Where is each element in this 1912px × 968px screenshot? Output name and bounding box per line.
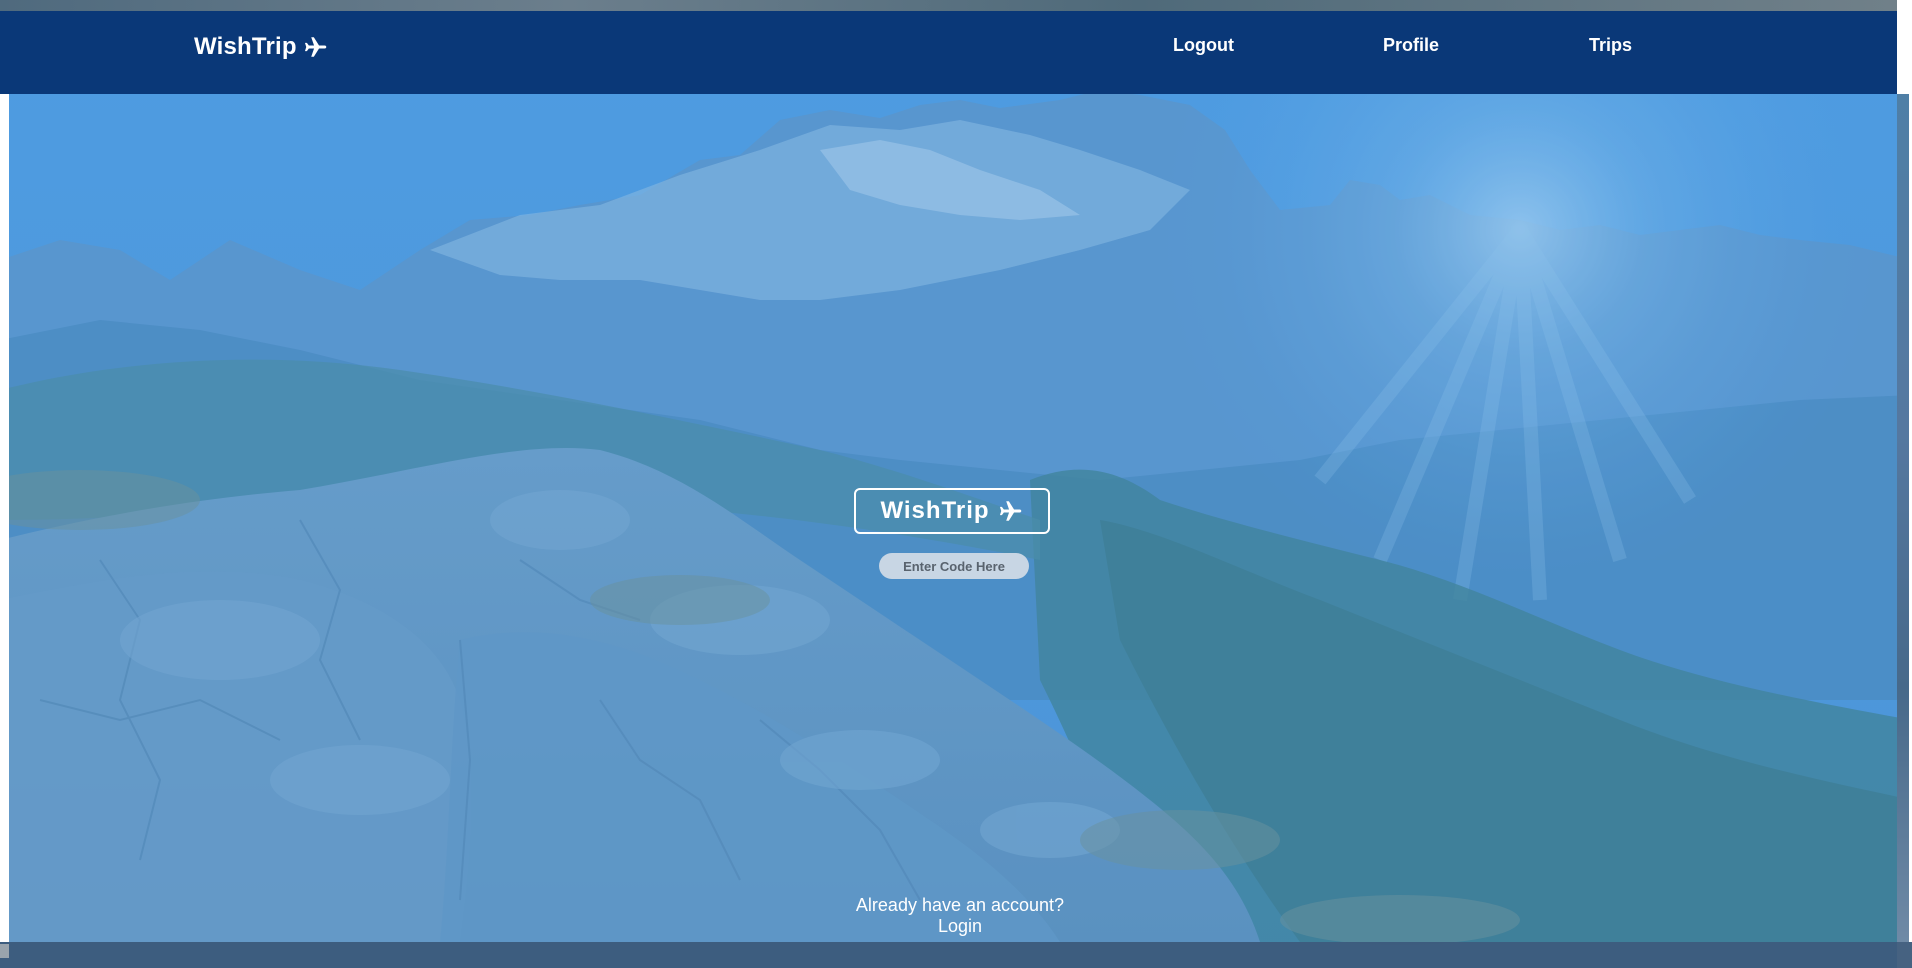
login-link[interactable]: Login	[938, 916, 982, 937]
trip-code-input[interactable]	[879, 553, 1029, 579]
nav-logout-link[interactable]: Logout	[1173, 35, 1234, 56]
page: WishTrip Logout Profile Trips WishTrip A…	[0, 0, 1912, 968]
brand-logo[interactable]: WishTrip	[194, 33, 329, 61]
left-margin	[0, 94, 9, 942]
horizontal-scrollbar-handle[interactable]	[0, 944, 9, 958]
brand-name: WishTrip	[194, 33, 297, 60]
mountain-background-image	[0, 0, 1912, 968]
navbar: WishTrip Logout Profile Trips	[0, 11, 1897, 94]
hero-logo: WishTrip	[854, 488, 1050, 534]
bottom-edge	[0, 942, 1912, 968]
hero-logo-text: WishTrip	[880, 497, 990, 524]
airplane-icon	[999, 501, 1021, 521]
account-prompt-text: Already have an account?	[855, 895, 1065, 915]
login-prompt: Already have an account? Login	[0, 895, 1912, 937]
airplane-icon	[304, 37, 327, 57]
nav-trips-link[interactable]: Trips	[1589, 35, 1632, 56]
scrollbar-track[interactable]	[1897, 94, 1909, 942]
nav-profile-link[interactable]: Profile	[1383, 35, 1439, 56]
top-image-edge	[0, 0, 1897, 11]
